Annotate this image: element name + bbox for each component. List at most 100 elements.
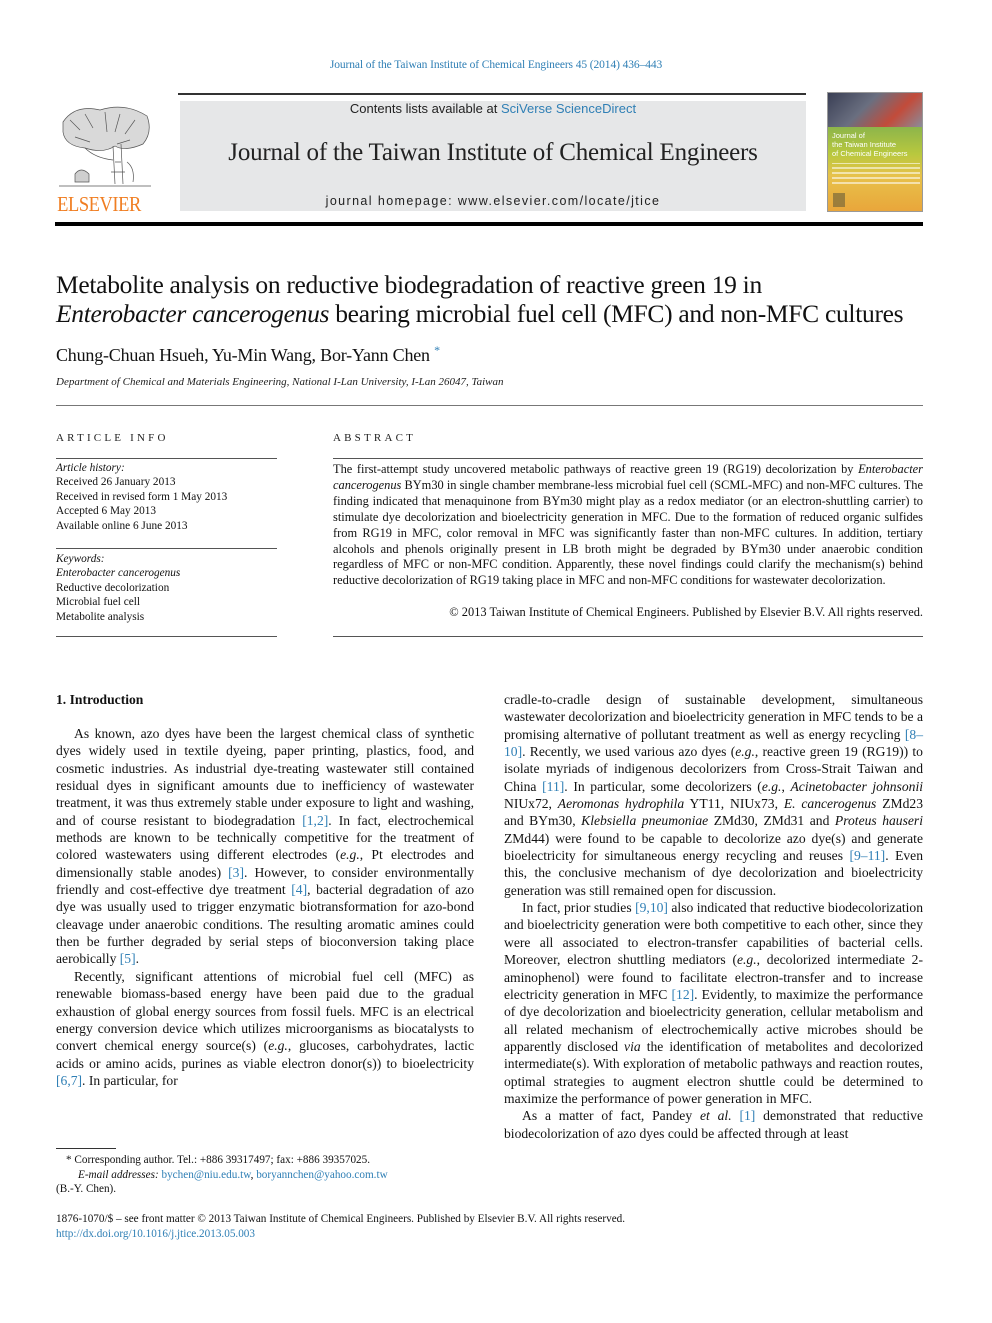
reference-link[interactable]: [3]	[228, 865, 244, 880]
text: via	[624, 1038, 641, 1054]
reference-link[interactable]: [1,2]	[302, 813, 328, 828]
email-label: E-mail addresses:	[78, 1168, 159, 1181]
species-name: E. cancerogenus	[783, 796, 877, 812]
text: et al.	[699, 1108, 732, 1124]
corresponding-author-marker[interactable]: *	[434, 343, 440, 357]
text: ZMd30, ZMd31 and	[708, 813, 835, 829]
text: YT11, NIUx73,	[684, 796, 784, 812]
elsevier-tree-icon	[59, 106, 151, 187]
reference-link[interactable]: [9,10]	[635, 900, 668, 915]
footnote-contact: Corresponding author. Tel.: +886 3931749…	[71, 1154, 371, 1166]
authors-names: Chung-Chuan Hsueh, Yu-Min Wang, Bor-Yann…	[56, 345, 430, 365]
article-title: Metabolite analysis on reductive biodegr…	[56, 270, 936, 328]
abstract-copyright: © 2013 Taiwan Institute of Chemical Engi…	[449, 605, 923, 619]
reference-link[interactable]: [9–11]	[849, 848, 885, 863]
text: . Recently, we used various azo dyes (	[522, 744, 736, 760]
keyword-item: Enterobacter cancerogenus	[56, 567, 181, 580]
contents-prefix: Contents lists available at	[349, 101, 501, 116]
history-item: Accepted 6 May 2013	[56, 505, 157, 518]
reference-link[interactable]: [4]	[291, 882, 307, 897]
history-item: Available online 6 June 2013	[56, 519, 188, 532]
text: In fact, prior studies	[522, 900, 636, 916]
email-link[interactable]: boryannchen@yahoo.com.tw	[256, 1169, 387, 1181]
keyword-item: Reductive decolorization	[56, 581, 170, 594]
article-info-heading: ARTICLE INFO	[56, 432, 169, 444]
text: NIUx72,	[504, 796, 558, 812]
journal-citation-link[interactable]: Journal of the Taiwan Institute of Chemi…	[0, 59, 992, 71]
elsevier-logo[interactable]: ELSEVIER	[55, 102, 155, 216]
footnote-rule	[56, 1148, 116, 1149]
divider	[56, 548, 277, 549]
homepage-url-link[interactable]: www.elsevier.com/locate/jtice	[458, 194, 660, 208]
author-list: Chung-Chuan Hsueh, Yu-Min Wang, Bor-Yann…	[56, 343, 440, 366]
footnote-line: E-mail addresses: bychen@niu.edu.tw, bor…	[56, 1168, 476, 1183]
affiliation: Department of Chemical and Materials Eng…	[56, 376, 504, 388]
elsevier-wordmark: ELSEVIER	[57, 192, 141, 216]
history-item: Received 26 January 2013	[56, 476, 176, 489]
reference-link[interactable]: [5]	[120, 951, 136, 966]
divider	[333, 636, 923, 637]
body-column-right: cradle-to-cradle design of sustainable d…	[504, 691, 923, 1142]
sciencedirect-link[interactable]: SciVerse ScienceDirect	[501, 101, 636, 116]
front-matter: 1876-1070/$ – see front matter © 2013 Ta…	[56, 1212, 625, 1242]
journal-header-banner: Contents lists available at SciVerse Sci…	[180, 101, 806, 211]
footnote-line: * Corresponding author. Tel.: +886 39317…	[56, 1153, 476, 1168]
title-line-1: Metabolite analysis on reductive biodegr…	[56, 270, 762, 299]
divider	[56, 636, 277, 637]
abstract-segment: BYm30 in single chamber membrane-less mi…	[333, 477, 923, 588]
text: cradle-to-cradle design of sustainable d…	[504, 692, 924, 742]
issn-line: 1876-1070/$ – see front matter © 2013 Ta…	[56, 1213, 626, 1225]
keyword-item: Microbial fuel cell	[56, 596, 141, 609]
section-heading-introduction: 1. Introduction	[56, 692, 144, 707]
reference-link[interactable]: [12]	[672, 987, 695, 1002]
abstract-text: The first-attempt study uncovered metabo…	[333, 462, 923, 589]
corresponding-author-footnote: * Corresponding author. Tel.: +886 39317…	[56, 1153, 476, 1197]
text: e.g.	[735, 744, 755, 760]
paragraph: Recently, significant attentions of micr…	[56, 968, 474, 1089]
paragraph: As known, azo dyes have been the largest…	[56, 725, 474, 968]
reference-link[interactable]: [1]	[739, 1108, 755, 1123]
paragraph: In fact, prior studies [9,10] also indic…	[504, 899, 923, 1107]
homepage-prefix: journal homepage:	[325, 194, 458, 208]
journal-title: Journal of the Taiwan Institute of Chemi…	[228, 139, 758, 166]
journal-cover-image[interactable]: Journal of the Taiwan Institute of Chemi…	[827, 92, 923, 212]
paragraph: As a matter of fact, Pandey et al. [1] d…	[504, 1107, 923, 1142]
title-line-2-rest: bearing microbial fuel cell (MFC) and no…	[329, 299, 904, 328]
doi-link[interactable]: http://dx.doi.org/10.1016/j.jtice.2013.0…	[56, 1227, 625, 1242]
body-column-left: As known, azo dyes have been the largest…	[56, 725, 474, 1089]
contents-availability-line: Contents lists available at SciVerse Sci…	[180, 101, 806, 116]
article-history-label: Article history:	[56, 462, 125, 474]
paragraph: cradle-to-cradle design of sustainable d…	[504, 691, 923, 899]
cover-photo	[828, 93, 922, 127]
keyword-item: Metabolite analysis	[56, 610, 145, 623]
email-link[interactable]: bychen@niu.edu.tw	[161, 1169, 250, 1181]
cover-title-line: the Taiwan Institute	[832, 140, 897, 149]
title-line-2: Enterobacter cancerogenus bearing microb…	[56, 299, 936, 328]
article-history: Article history: Received 26 January 201…	[56, 461, 277, 533]
text: As a matter of fact, Pandey	[522, 1108, 700, 1124]
reference-link[interactable]: [6,7]	[56, 1073, 82, 1088]
cover-elsevier-emblem-icon	[833, 193, 845, 207]
title-species: Enterobacter cancerogenus	[56, 299, 330, 328]
cover-title-line: of Chemical Engineers	[832, 149, 908, 158]
divider	[333, 458, 923, 459]
text: e.g.	[737, 952, 757, 968]
abstract-heading: ABSTRACT	[333, 432, 417, 444]
text: e.g.	[340, 847, 360, 863]
species-name: Klebsiella pneumoniae	[581, 813, 709, 829]
text: ,	[781, 778, 791, 794]
header-top-rule	[178, 93, 806, 95]
text: . In particular, for	[82, 1072, 178, 1088]
cover-subtitle-lines	[832, 163, 920, 185]
cover-title-line: Journal of	[832, 131, 865, 140]
text: .	[135, 951, 140, 967]
divider	[56, 458, 277, 459]
species-name: Proteus hauseri	[834, 813, 923, 829]
species-name: Aeromonas hydrophila	[557, 796, 685, 812]
title-divider	[56, 405, 923, 406]
footnote-line: (B.-Y. Chen).	[56, 1183, 117, 1195]
journal-homepage: journal homepage: www.elsevier.com/locat…	[180, 194, 806, 208]
text: . In particular, some decolorizers (	[564, 778, 762, 794]
reference-link[interactable]: [11]	[542, 779, 564, 794]
history-item: Received in revised form 1 May 2013	[56, 490, 228, 503]
